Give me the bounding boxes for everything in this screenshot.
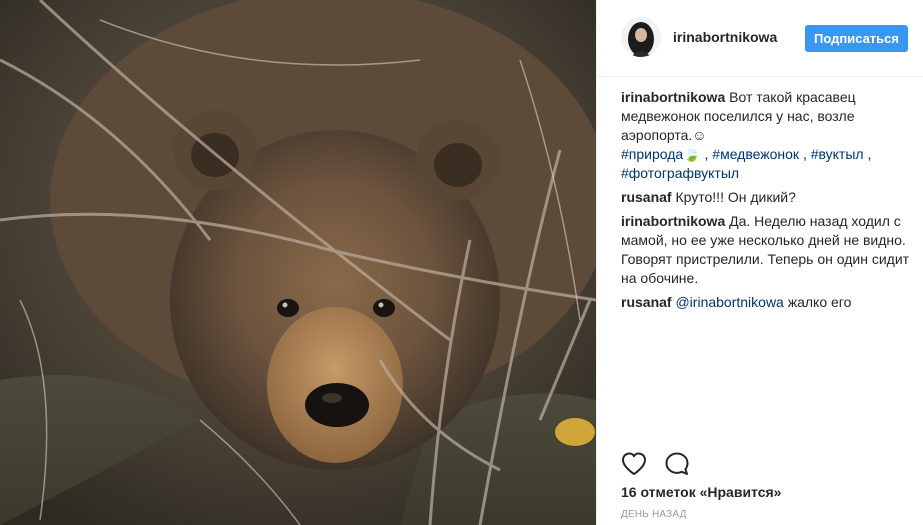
hashtag-separator: , <box>700 146 713 162</box>
hashtag-link[interactable]: #фотографвуктыл <box>621 165 739 181</box>
hashtag-list: #природа🍃 , #медвежонок , #вуктыл , #фот… <box>621 146 871 181</box>
hashtag-separator: , <box>863 146 872 162</box>
comment: rusanaf Круто!!! Он дикий? <box>621 188 911 207</box>
avatar-image <box>621 17 661 57</box>
hashtag-separator: , <box>799 146 811 162</box>
comment: irinabortnikowa Да. Неделю назад ходил с… <box>621 212 911 288</box>
hashtag-link[interactable]: #природа🍃 <box>621 146 701 162</box>
comment-author[interactable]: irinabortnikowa <box>621 213 725 229</box>
comment-text: жалко его <box>783 294 852 310</box>
heart-icon[interactable] <box>621 451 647 477</box>
likes-count[interactable]: 16 отметок «Нравится» <box>621 484 781 500</box>
post-photo[interactable] <box>0 0 596 525</box>
action-bar <box>621 451 690 477</box>
comment-author[interactable]: rusanaf <box>621 189 672 205</box>
hashtag-link[interactable]: #медвежонок <box>712 146 799 162</box>
caption: irinabortnikowa Вот такой красавец медве… <box>621 88 911 183</box>
comment-author[interactable]: rusanaf <box>621 294 672 310</box>
instagram-post: irinabortnikowa Подписаться irinabortnik… <box>0 0 923 525</box>
comment-icon[interactable] <box>664 451 690 477</box>
comment: rusanaf @irinabortnikowa жалко его <box>621 293 911 312</box>
mention-link[interactable]: @irinabortnikowa <box>675 294 783 310</box>
follow-button[interactable]: Подписаться <box>805 25 908 52</box>
avatar[interactable] <box>621 17 661 57</box>
comment-text: Круто!!! Он дикий? <box>675 189 796 205</box>
bear-photo <box>0 0 596 525</box>
hashtag-link[interactable]: #вуктыл <box>811 146 864 162</box>
post-timestamp[interactable]: день назад <box>621 509 687 520</box>
username-link[interactable]: irinabortnikowa <box>673 29 777 45</box>
post-side-panel: irinabortnikowa Подписаться irinabortnik… <box>596 0 923 525</box>
caption-author[interactable]: irinabortnikowa <box>621 89 725 105</box>
post-header: irinabortnikowa Подписаться <box>597 0 923 77</box>
comments-list: irinabortnikowa Вот такой красавец медве… <box>621 88 911 315</box>
